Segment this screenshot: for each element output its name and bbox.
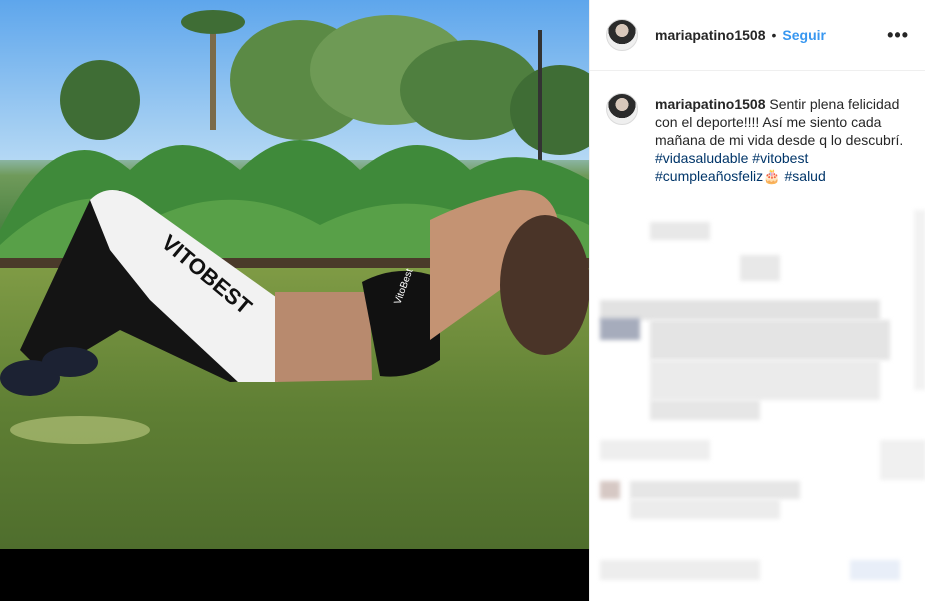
caption-username-link[interactable]: mariapatino1508 <box>655 96 766 112</box>
blurred-comment <box>600 560 760 580</box>
blurred-comment <box>850 560 900 580</box>
hashtag-link[interactable]: #vitobest <box>752 150 808 166</box>
blurred-comment <box>630 481 800 499</box>
caption-comment: mariapatino1508 Sentir plena felicidad c… <box>590 71 925 185</box>
photo-letterbox <box>0 549 589 601</box>
blurred-comment <box>650 320 890 360</box>
separator-dot: • <box>771 27 777 43</box>
blurred-comment <box>650 360 880 400</box>
caption-text: mariapatino1508 Sentir plena felicidad c… <box>655 95 905 185</box>
blurred-comment <box>630 499 780 519</box>
blurred-comment <box>740 255 780 281</box>
post-side-panel: mariapatino1508 • Seguir ••• mariapatino… <box>589 0 925 601</box>
post-header: mariapatino1508 • Seguir ••• <box>590 0 925 71</box>
blurred-avatar <box>600 318 640 340</box>
hashtag-link[interactable]: #vidasaludable <box>655 150 748 166</box>
blurred-comment <box>650 400 760 420</box>
blurred-comment <box>600 300 880 320</box>
post-photo[interactable]: VITOBEST VitoBest <box>0 0 589 549</box>
more-options-icon[interactable]: ••• <box>887 25 909 46</box>
blurred-comment <box>600 440 710 460</box>
blurred-avatar <box>600 481 620 499</box>
blurred-comment <box>880 440 925 480</box>
avatar[interactable] <box>606 19 638 51</box>
hashtag-link[interactable]: #cumpleañosfeliz🎂 <box>655 168 781 184</box>
blurred-comment <box>650 222 710 240</box>
scrollbar[interactable] <box>914 210 925 390</box>
header-username-link[interactable]: mariapatino1508 <box>655 27 766 43</box>
follow-button[interactable]: Seguir <box>782 27 826 43</box>
caption-avatar[interactable] <box>606 93 638 125</box>
hashtag-link[interactable]: #salud <box>785 168 826 184</box>
post-photo-image: VITOBEST VitoBest <box>0 0 589 549</box>
